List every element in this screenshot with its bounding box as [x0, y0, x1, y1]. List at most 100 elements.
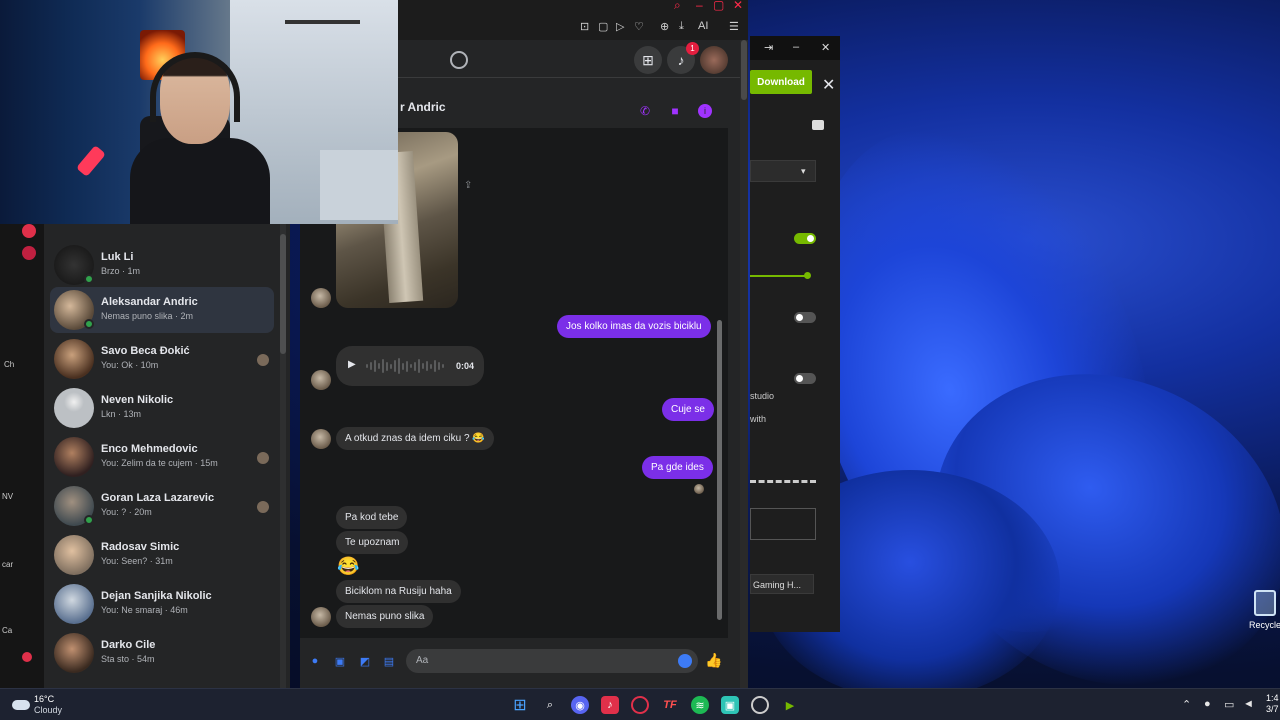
thumbs-up-icon[interactable]: 👍	[705, 652, 722, 669]
conversation-item[interactable]: Neven Nikolic Lkn · 13m	[50, 385, 274, 431]
heart-icon[interactable]: ♡	[634, 20, 644, 33]
close-icon[interactable]: ✕	[733, 0, 743, 12]
minimize-icon[interactable]: –	[793, 41, 799, 53]
message-bubble-in: Pa kod tebe	[336, 506, 408, 529]
conversation-title[interactable]: r Andric	[400, 100, 446, 114]
gif-icon[interactable]: ▤	[382, 654, 396, 668]
conversation-item[interactable]: Luk Li Brzo · 1m	[50, 242, 274, 288]
pin-icon[interactable]: ⊡	[580, 20, 589, 33]
recycle-bin-icon	[1254, 590, 1276, 616]
sender-avatar	[311, 429, 331, 449]
volume-icon[interactable]: ◄	[1243, 698, 1254, 710]
app-titlebar: ⇥ – ✕	[750, 36, 840, 60]
toggle-switch[interactable]	[794, 233, 816, 244]
message-input[interactable]: Aa	[406, 649, 698, 673]
share-icon[interactable]: ⇪	[464, 180, 472, 191]
scroll-thumb	[280, 234, 286, 354]
message-bubble-out: Cuje se	[662, 398, 714, 421]
feedback-icon[interactable]	[812, 120, 824, 130]
chevron-up-icon[interactable]: ⌃	[1182, 698, 1191, 711]
play-icon[interactable]: ▶	[348, 359, 356, 370]
conversation-name: Radosav Simic	[101, 541, 180, 553]
recycle-bin-label: Recycle	[1248, 620, 1280, 630]
gpu-select[interactable]: Gaming H...	[750, 574, 814, 594]
video-call-icon[interactable]: ■	[668, 104, 682, 118]
download-icon[interactable]: ⤓	[679, 20, 684, 33]
message-scrollbar[interactable]	[716, 130, 724, 640]
ai-button[interactable]: AI	[698, 20, 708, 32]
play-icon[interactable]: ▷	[616, 20, 624, 33]
discord-icon[interactable]: ◉	[571, 696, 589, 714]
info-icon[interactable]: i	[698, 104, 712, 118]
search-icon[interactable]: ⌕	[541, 696, 559, 714]
settings-icon[interactable]	[22, 246, 36, 260]
slider-track[interactable]	[750, 275, 808, 277]
strip-label: NV	[2, 492, 14, 501]
slider-thumb[interactable]	[804, 272, 811, 279]
account-avatar[interactable]	[700, 46, 728, 74]
notifications-bell-icon[interactable]: ♪ 1	[667, 42, 699, 74]
webcam-overlay	[0, 0, 398, 224]
conversation-item[interactable]: Enco Mehmedovic You: Zelim da te cujem ·…	[50, 434, 274, 480]
clock[interactable]: 1:4 3/7	[1266, 693, 1279, 715]
minimize-icon[interactable]: –	[696, 0, 703, 12]
phone-icon[interactable]: ✆	[638, 104, 652, 118]
dropdown-select[interactable]: ▾	[750, 160, 816, 182]
sticker-icon[interactable]: ◩	[358, 654, 372, 668]
image-icon[interactable]: ▣	[333, 654, 347, 668]
close-icon[interactable]: ✕	[821, 41, 830, 54]
conversation-item-active[interactable]: Aleksandar Andric Nemas puno slika · 2m	[50, 287, 274, 333]
clock-time: 1:4	[1266, 693, 1279, 703]
conversation-preview: You: Zelim da te cujem · 15m	[101, 458, 218, 468]
conversation-item[interactable]: Goran Laza Lazarevic You: ? · 20m	[50, 483, 274, 529]
exit-icon[interactable]: ⇥	[764, 41, 773, 54]
microphone-icon[interactable]: ●	[1204, 698, 1211, 710]
download-button[interactable]: Download	[750, 70, 812, 94]
conversation-name: Enco Mehmedovic	[101, 443, 198, 455]
opera-icon[interactable]	[22, 224, 36, 238]
conversation-preview: You: Ok · 10m	[101, 360, 159, 370]
display-icon[interactable]: ▭	[1224, 698, 1234, 711]
conversation-item[interactable]: Savo Beca Đokić You: Ok · 10m	[50, 336, 274, 382]
opera-icon[interactable]	[631, 696, 649, 714]
sender-avatar	[311, 607, 331, 627]
spotify-icon[interactable]: ≋	[691, 696, 709, 714]
online-indicator	[84, 274, 94, 284]
microphone-icon[interactable]: ●	[308, 654, 322, 668]
weather-temp: 16°C	[34, 694, 55, 704]
toggle-switch[interactable]	[794, 373, 816, 384]
tiktok-icon[interactable]: ♪	[601, 696, 619, 714]
online-indicator	[84, 515, 94, 525]
conversation-item[interactable]: Darko Cile Sta sto · 54m	[50, 630, 274, 676]
toggle-switch[interactable]	[794, 312, 816, 323]
avatar	[54, 633, 94, 673]
gx-icon[interactable]	[22, 652, 32, 662]
emoji-picker-icon[interactable]	[678, 654, 692, 668]
close-icon[interactable]: ✕	[822, 75, 835, 95]
message-composer: ● ▣ ◩ ▤ Aa 👍	[300, 644, 740, 680]
start-icon[interactable]: ⊞	[511, 696, 529, 714]
maximize-icon[interactable]: ▢	[713, 0, 724, 12]
wallet-icon[interactable]: ⊕	[660, 20, 669, 33]
message-bubble-in: Te upoznam	[336, 531, 409, 554]
read-receipt-avatar	[694, 484, 704, 494]
text-field[interactable]	[750, 508, 816, 540]
avatar	[54, 437, 94, 477]
profile-icon[interactable]	[450, 51, 468, 69]
nvidia-icon[interactable]: ▶	[781, 696, 799, 714]
chat-list-scrollbar[interactable]	[280, 224, 286, 688]
browser-scrollbar[interactable]	[740, 40, 748, 688]
menu-icon[interactable]: ☰	[729, 20, 739, 33]
steam-icon[interactable]	[751, 696, 769, 714]
tf-app-icon[interactable]: TF	[661, 696, 679, 714]
snapshot-icon[interactable]: ▢	[598, 20, 608, 33]
sender-avatar	[311, 370, 331, 390]
search-icon[interactable]: ⌕	[674, 0, 681, 13]
recycle-bin-shortcut[interactable]: Recycle	[1245, 590, 1280, 630]
apps-grid-icon[interactable]: ⊞	[634, 46, 662, 74]
voice-message[interactable]: ▶ 0:04	[336, 346, 484, 386]
app-icon[interactable]: ▣	[721, 696, 739, 714]
voice-duration: 0:04	[456, 361, 475, 371]
conversation-item[interactable]: Dejan Sanjika Nikolic You: Ne smaraj · 4…	[50, 581, 274, 627]
conversation-item[interactable]: Radosav Simic You: Seen? · 31m	[50, 532, 274, 578]
